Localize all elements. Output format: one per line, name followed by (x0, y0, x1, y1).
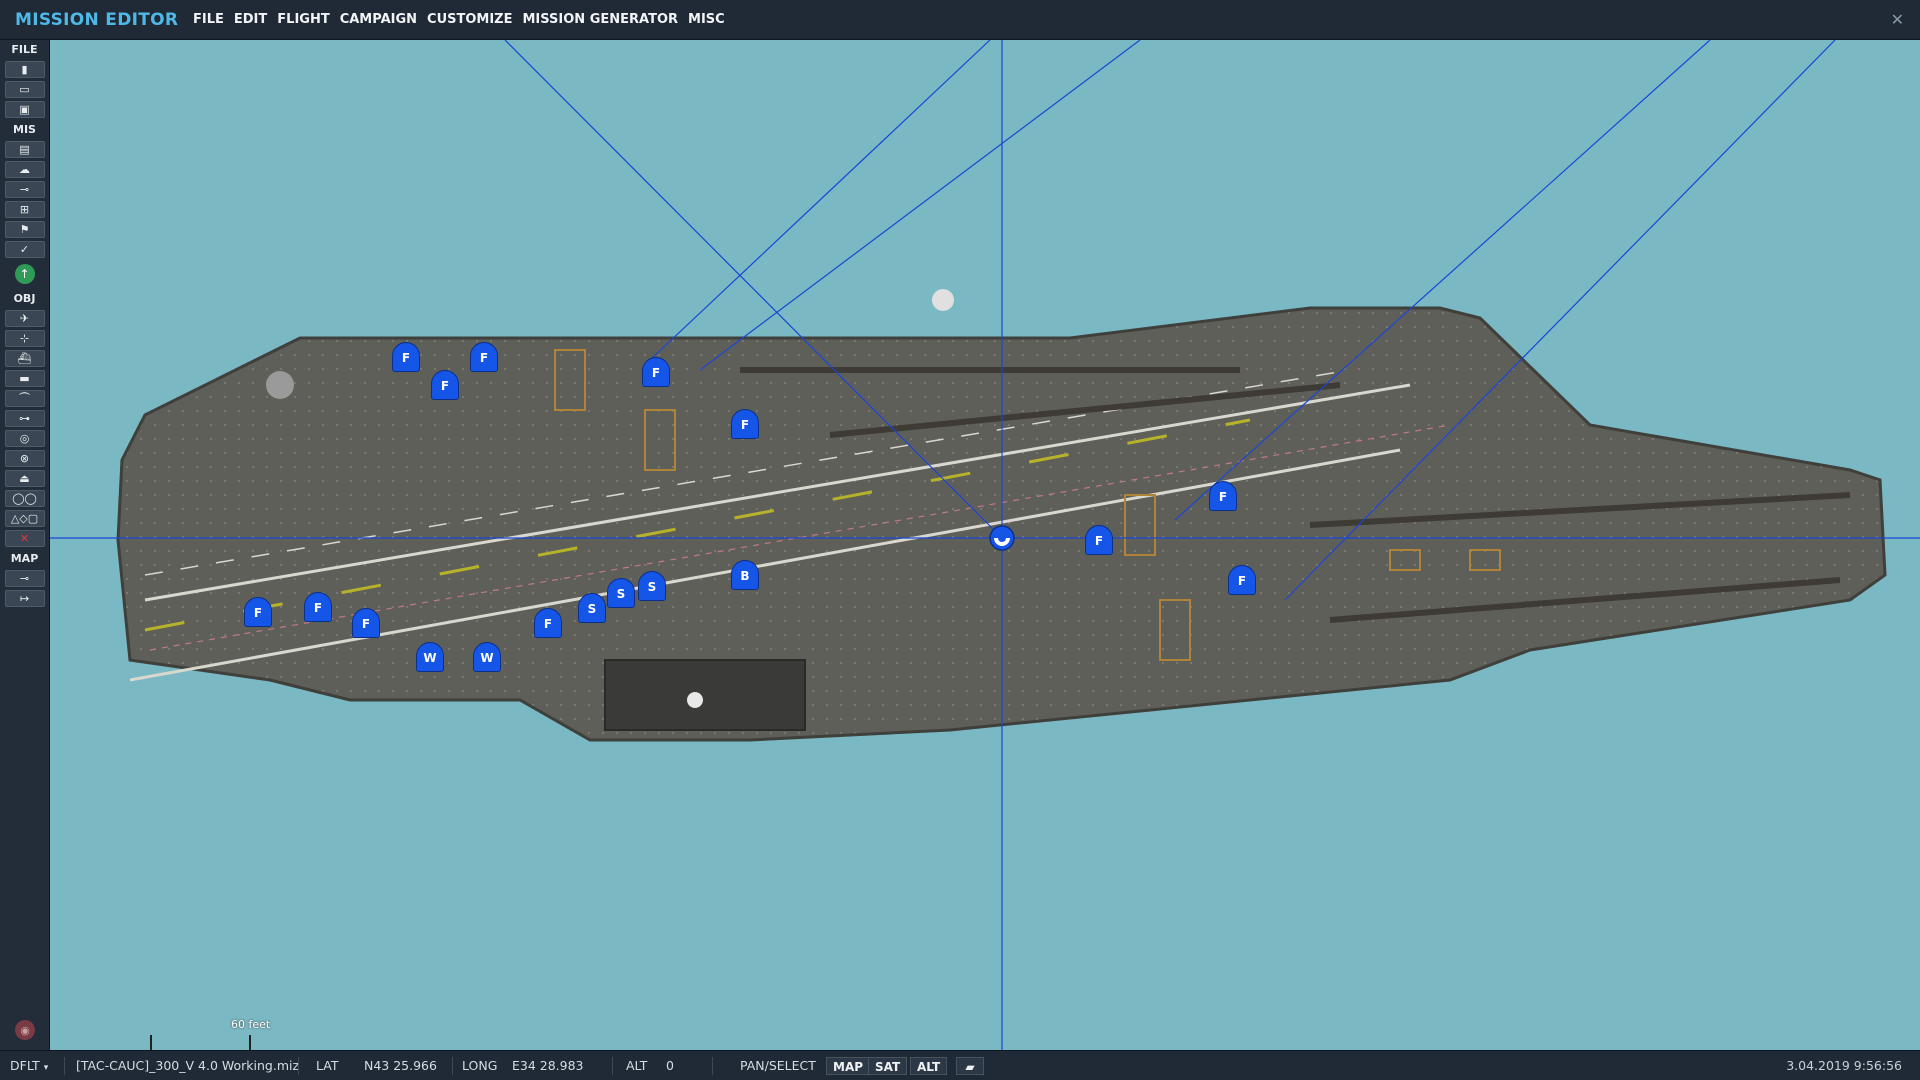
chevron-down-icon: ▾ (43, 1063, 49, 1073)
radar-dome-2 (266, 371, 294, 399)
zone-icon[interactable]: ⊗ (4, 450, 45, 467)
divider (64, 1057, 65, 1075)
lat-value: N43 25.966 (364, 1058, 437, 1073)
menu-campaign[interactable]: CAMPAIGN (340, 12, 417, 27)
flag-icon[interactable]: ⚑ (4, 221, 45, 238)
ship-icon[interactable]: ⛴ (4, 350, 45, 367)
scale-bar (150, 1035, 251, 1050)
unit-fighter[interactable]: F (431, 370, 459, 400)
arrow-up-icon[interactable]: ↑ (14, 264, 35, 284)
section-mis-label: MIS (13, 123, 36, 136)
alt-view-button[interactable]: ALT (910, 1057, 948, 1075)
target-icon[interactable]: ◎ (4, 430, 45, 447)
long-label: LONG (462, 1058, 498, 1073)
scale-label: 60 feet (231, 1018, 271, 1031)
unit-bomber[interactable]: B (731, 560, 759, 590)
aircraft-route-icon[interactable]: ⊸ (4, 181, 45, 198)
helicopter-icon[interactable]: ⊹ (4, 330, 45, 347)
unit-awacs[interactable]: W (473, 642, 501, 672)
check-icon[interactable]: ✓ (4, 241, 45, 258)
screenshot-camera-icon[interactable]: ▰ (956, 1057, 984, 1075)
mode-label: PAN/SELECT (740, 1058, 816, 1073)
menu-misc[interactable]: MISC (688, 12, 725, 27)
plane-icon[interactable]: ✈ (4, 310, 45, 327)
unit-support[interactable]: S (607, 578, 635, 608)
static-object-icon[interactable]: ⊶ (4, 410, 45, 427)
section-file-label: FILE (11, 43, 38, 56)
route-diagonal-3 (699, 40, 1141, 371)
unit-fighter[interactable]: F (534, 608, 562, 638)
shapes-icon[interactable]: △◇▢ (4, 510, 45, 527)
close-icon[interactable]: ✕ (1891, 10, 1904, 29)
radar-dome (932, 289, 954, 311)
section-map-label: MAP (10, 552, 39, 565)
alt-label: ALT (626, 1058, 648, 1073)
delete-icon[interactable]: ✕ (4, 530, 45, 547)
group-icon[interactable]: ◯◯ (4, 490, 45, 507)
top-menu-bar: MISSION EDITOR FILE EDIT FLIGHT CAMPAIGN… (0, 0, 1920, 40)
menu-customize[interactable]: CUSTOMIZE (427, 12, 512, 27)
target-box-icon[interactable]: ⊞ (4, 201, 45, 218)
ruler-icon[interactable]: ↦ (4, 590, 45, 607)
settings-lifebuoy-icon[interactable]: ◉ (15, 1020, 35, 1040)
section-obj-label: OBJ (13, 292, 36, 305)
unit-fighter[interactable]: F (1209, 481, 1237, 511)
open-folder-icon[interactable]: ▭ (4, 81, 45, 98)
profile-value: DFLT (10, 1058, 40, 1073)
main-menu: FILE EDIT FLIGHT CAMPAIGN CUSTOMIZE MISS… (193, 12, 735, 27)
lat-label: LAT (316, 1058, 339, 1073)
divider (712, 1057, 713, 1075)
unit-fighter[interactable]: F (642, 357, 670, 387)
alt-value: 0 (666, 1058, 674, 1073)
left-toolbar: FILE ▮ ▭ ▣ MIS ▤ ☁ ⊸ ⊞ ⚑ ✓ ↑ OBJ ✈ ⊹ ⛴ ▬… (0, 40, 50, 1050)
menu-file[interactable]: FILE (193, 12, 224, 27)
status-bar: DFLT ▾ [TAC-CAUC]_300_V 4.0 Working.miz … (0, 1050, 1920, 1080)
weather-cloud-icon[interactable]: ☁ (4, 161, 45, 178)
unit-support[interactable]: S (578, 593, 606, 623)
profile-select[interactable]: DFLT ▾ (10, 1051, 48, 1080)
carrier-island (604, 659, 806, 731)
island-radar (687, 692, 703, 708)
mission-editor-window: MISSION EDITOR FILE EDIT FLIGHT CAMPAIGN… (0, 0, 1920, 1080)
unit-fighter[interactable]: F (304, 592, 332, 622)
divider (612, 1057, 613, 1075)
unit-fighter[interactable]: F (392, 342, 420, 372)
unit-support[interactable]: S (638, 571, 666, 601)
map-view-button[interactable]: MAP (826, 1057, 871, 1075)
map-canvas[interactable] (50, 40, 1920, 1050)
unit-fighter[interactable]: F (1228, 565, 1256, 595)
unit-fighter[interactable]: F (352, 608, 380, 638)
route-diagonal-2 (649, 40, 991, 361)
unit-fighter[interactable]: F (470, 342, 498, 372)
map-viewport[interactable]: F F F F F F F F F F F F W W S S S B 60 f… (50, 40, 1920, 1050)
carrier-group-symbol[interactable] (989, 525, 1015, 551)
menu-edit[interactable]: EDIT (234, 12, 267, 27)
divider (298, 1057, 299, 1075)
unit-fighter[interactable]: F (731, 409, 759, 439)
unit-fighter[interactable]: F (1085, 525, 1113, 555)
satellite-view-button[interactable]: SAT (868, 1057, 908, 1075)
mission-datetime: 3.04.2019 9:56:56 (1786, 1058, 1902, 1073)
divider (452, 1057, 453, 1075)
map-key-icon[interactable]: ⊸ (4, 570, 45, 587)
vehicle-group-icon[interactable]: ⏜ (4, 390, 45, 407)
menu-flight[interactable]: FLIGHT (277, 12, 329, 27)
new-file-icon[interactable]: ▮ (4, 61, 45, 78)
save-icon[interactable]: ▣ (4, 101, 45, 118)
app-title: MISSION EDITOR (15, 9, 179, 30)
menu-mission-generator[interactable]: MISSION GENERATOR (523, 12, 679, 27)
long-value: E34 28.983 (512, 1058, 584, 1073)
unit-awacs[interactable]: W (416, 642, 444, 672)
clipboard-icon[interactable]: ▤ (4, 141, 45, 158)
unit-fighter[interactable]: F (244, 597, 272, 627)
mission-filename: [TAC-CAUC]_300_V 4.0 Working.miz (76, 1058, 300, 1073)
carrier-icon[interactable]: ⏏ (4, 470, 45, 487)
vehicle-icon[interactable]: ▬ (4, 370, 45, 387)
